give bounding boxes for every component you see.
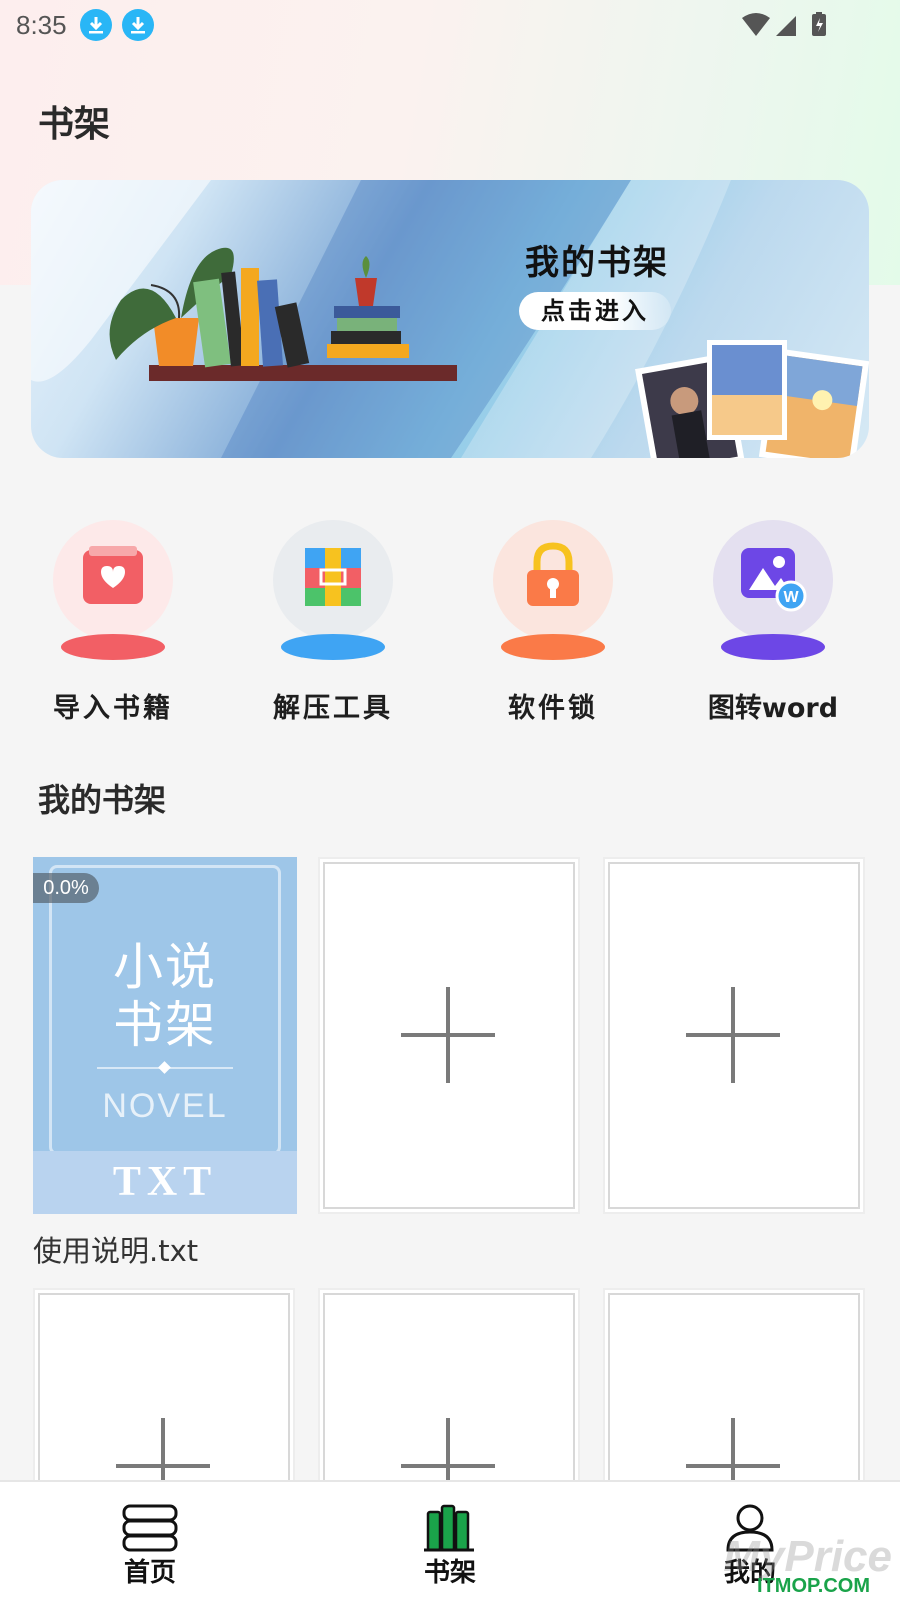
nav-label: 首页: [123, 1558, 176, 1588]
tool-import-books[interactable]: 导入书籍: [28, 520, 198, 725]
tool-circle: [53, 520, 173, 640]
tool-grid: 导入书籍 解压工具 软件锁 W 图转word: [0, 520, 900, 724]
plus-icon: [731, 987, 735, 1083]
nav-label: 书架: [423, 1558, 476, 1588]
tool-unzip[interactable]: 解压工具: [248, 520, 418, 725]
add-book-slot[interactable]: [603, 857, 865, 1214]
app-lock-icon: [527, 542, 579, 606]
nav-bookshelf[interactable]: 书架: [360, 1482, 540, 1600]
signal-battery-icons: [742, 12, 826, 36]
cover-format: TXT: [112, 1159, 218, 1205]
add-book-slot[interactable]: [318, 857, 580, 1214]
status-bar: 8:35: [0, 0, 900, 50]
book-cover[interactable]: 0.0% 小说 书架 NOVEL TXT: [33, 857, 297, 1214]
download-notification-icon: [122, 9, 154, 41]
tool-circle: [493, 520, 613, 640]
tool-circle: [273, 520, 393, 640]
unzip-tool-icon: [305, 548, 361, 606]
plus-icon: [446, 987, 450, 1083]
tool-base: [61, 634, 165, 660]
svg-text:W: W: [783, 589, 799, 606]
tool-base: [281, 634, 385, 660]
page-title: 书架: [38, 104, 111, 145]
tool-image-to-word[interactable]: W 图转word: [688, 520, 858, 725]
tool-label: 解压工具: [273, 693, 393, 724]
book-name[interactable]: 使用说明.txt: [33, 1228, 198, 1270]
status-time: 8:35: [16, 10, 67, 40]
banner-illustration: [31, 180, 869, 458]
watermark-site: ITMOP.COM: [757, 1575, 870, 1597]
tool-label: 图转word: [707, 693, 839, 724]
cover-subtitle: NOVEL: [102, 1087, 228, 1125]
import-book-icon: [83, 546, 143, 604]
tool-label: 软件锁: [508, 693, 598, 724]
tool-base: [501, 634, 605, 660]
bookshelf-icon: [424, 1504, 474, 1552]
enter-button[interactable]: 点击进入: [519, 292, 671, 330]
nav-home[interactable]: 首页: [60, 1482, 240, 1600]
home-books-icon: [122, 1504, 178, 1552]
tool-base: [721, 634, 825, 660]
cover-footer: TXT: [33, 1151, 297, 1214]
banner-title: 我的书架: [525, 243, 669, 283]
my-bookshelf-banner[interactable]: 我的书架 点击进入: [31, 180, 869, 458]
tool-label: 导入书籍: [53, 693, 173, 724]
reading-progress-badge: 0.0%: [33, 873, 99, 903]
download-notification-icon: [80, 9, 112, 41]
image-to-word-icon: W: [741, 548, 807, 612]
cover-title-line: 书架: [113, 996, 217, 1054]
tool-circle: W: [713, 520, 833, 640]
tool-app-lock[interactable]: 软件锁: [468, 520, 638, 725]
shelf-section-title: 我的书架: [38, 781, 167, 819]
